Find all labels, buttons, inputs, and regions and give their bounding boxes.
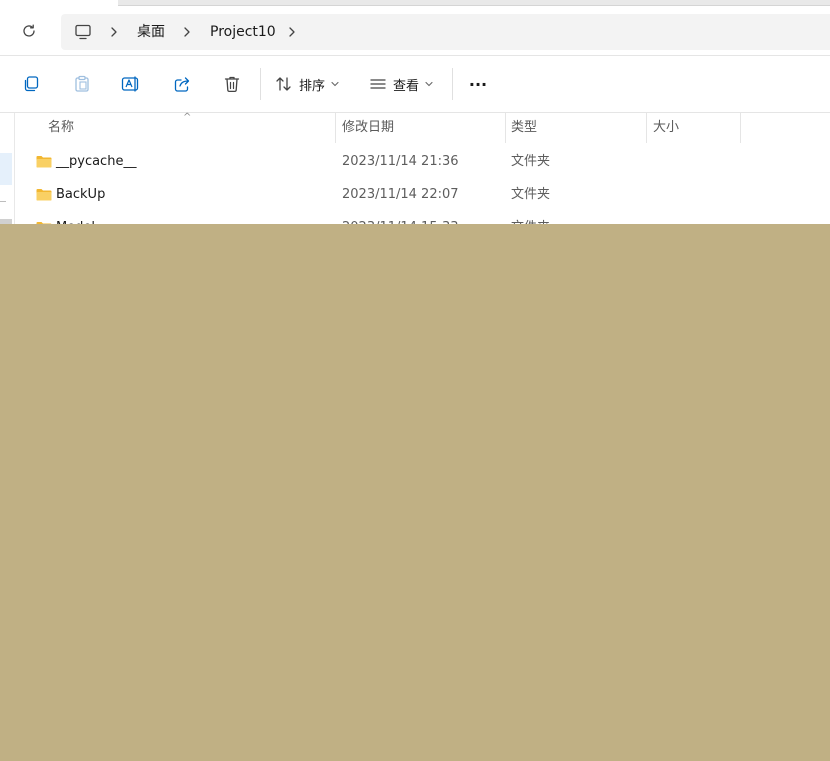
file-name: __pycache__ [56, 154, 137, 169]
breadcrumb-chevron[interactable] [182, 14, 192, 50]
file-name: BackUp [56, 187, 106, 202]
rename-icon [121, 76, 139, 92]
paste-button[interactable] [68, 70, 96, 98]
breadcrumb-item-project10[interactable]: Project10 [210, 14, 276, 50]
sort-label: 排序 [299, 78, 326, 94]
file-list: __pycache__ 2023/11/14 21:36 文件夹 BackUp … [15, 145, 830, 225]
file-type: 文件夹 [511, 187, 551, 202]
column-headers: 名称 ^ 修改日期 类型 大小 [15, 112, 830, 143]
command-bar: 排序 查看 ··· [0, 56, 830, 113]
overlay-panel [0, 224, 830, 761]
copy-icon [24, 76, 39, 92]
chevron-down-icon [425, 81, 433, 87]
list-view-icon [370, 79, 386, 89]
view-button[interactable]: 查看 [369, 70, 439, 98]
copy-button[interactable] [17, 70, 45, 98]
column-resize-handle[interactable] [646, 113, 647, 143]
sort-ascending-icon: ^ [183, 112, 192, 123]
file-name: Model [56, 211, 95, 225]
column-resize-handle[interactable] [505, 113, 506, 143]
view-label: 查看 [393, 78, 420, 94]
address-bar-row: 桌面 Project10 [0, 6, 830, 56]
paste-icon [75, 75, 89, 92]
nav-divider [0, 201, 6, 202]
column-resize-handle[interactable] [740, 113, 741, 143]
file-row[interactable]: Model 2023/11/14 15:33 文件夹 [15, 211, 830, 225]
chevron-right-icon [289, 27, 295, 37]
breadcrumb[interactable]: 桌面 Project10 [61, 14, 830, 50]
more-icon: ··· [468, 74, 488, 94]
breadcrumb-chevron[interactable] [287, 14, 297, 50]
this-pc-button[interactable] [74, 14, 92, 50]
file-date: 2023/11/14 15:33 [342, 211, 459, 225]
trash-icon [224, 76, 240, 93]
chevron-right-icon [184, 27, 190, 37]
breadcrumb-chevron[interactable] [109, 14, 119, 50]
chevron-right-icon [111, 27, 117, 37]
file-type: 文件夹 [511, 211, 550, 225]
column-resize-handle[interactable] [335, 113, 336, 143]
breadcrumb-item-desktop[interactable]: 桌面 [137, 14, 165, 50]
column-header-date[interactable]: 修改日期 [342, 113, 394, 143]
refresh-button[interactable] [15, 18, 43, 44]
chevron-down-icon [331, 81, 339, 87]
toolbar-divider [452, 68, 453, 100]
delete-button[interactable] [218, 70, 246, 98]
sort-icon [276, 77, 291, 91]
folder-icon [36, 189, 52, 201]
file-row[interactable]: BackUp 2023/11/14 22:07 文件夹 [15, 178, 830, 211]
more-options-button[interactable]: ··· [465, 70, 491, 98]
share-button[interactable] [168, 70, 196, 98]
navigation-pane[interactable] [0, 113, 15, 233]
column-header-size[interactable]: 大小 [653, 113, 679, 143]
column-header-type[interactable]: 类型 [511, 113, 537, 143]
rename-button[interactable] [117, 70, 145, 98]
computer-icon [75, 24, 91, 40]
refresh-icon [23, 24, 35, 37]
column-header-name[interactable]: 名称 [48, 113, 74, 143]
share-icon [174, 77, 190, 92]
file-date: 2023/11/14 21:36 [342, 154, 459, 169]
toolbar-divider [260, 68, 261, 100]
file-row[interactable]: __pycache__ 2023/11/14 21:36 文件夹 [15, 145, 830, 178]
nav-selected-item[interactable] [0, 153, 12, 185]
file-type: 文件夹 [511, 154, 551, 169]
folder-icon [36, 156, 52, 168]
sort-button[interactable]: 排序 [275, 70, 345, 98]
file-date: 2023/11/14 22:07 [342, 187, 459, 202]
